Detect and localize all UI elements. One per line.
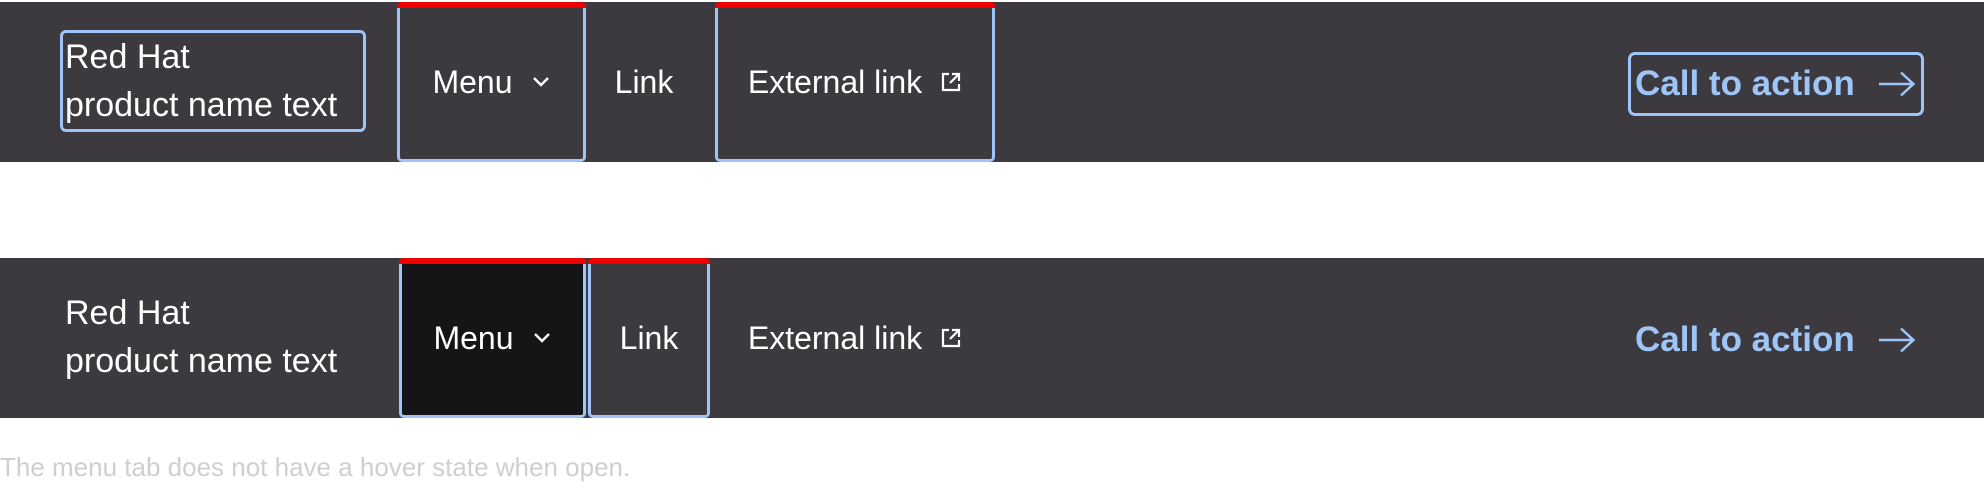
menu-tab-open[interactable]: Menu: [399, 258, 586, 418]
arrow-right-icon: [1878, 71, 1916, 97]
link-tab-label: Link: [614, 63, 674, 100]
cta-label: Call to action: [1635, 320, 1855, 359]
navbar-open-menu-state: Red Hat product name text Menu Link Exte…: [0, 258, 1984, 418]
brand-line-1: Red Hat: [65, 38, 190, 76]
link-tab-label: Link: [619, 319, 679, 356]
menu-tab[interactable]: Menu: [397, 2, 586, 162]
cta-label: Call to action: [1635, 64, 1855, 103]
menu-tab-label: Menu: [433, 319, 514, 356]
navbar-focus-state: Red Hat product name text Menu Link Exte…: [0, 2, 1984, 162]
external-link-label: External link: [747, 63, 923, 100]
chevron-down-icon: [532, 77, 549, 87]
menu-tab-label: Menu: [432, 63, 513, 100]
caption-note: The menu tab does not have a hover state…: [0, 452, 631, 482]
external-link-icon: [942, 328, 961, 348]
external-link-tab[interactable]: External link: [715, 258, 995, 418]
link-tab[interactable]: Link: [590, 2, 698, 162]
external-link-icon: [942, 72, 961, 92]
brand-line-1: Red Hat: [65, 294, 190, 332]
brand-line-2: product name text: [65, 86, 338, 124]
brand-product-name[interactable]: Red Hat product name text: [60, 30, 366, 132]
call-to-action-button[interactable]: Call to action: [1628, 308, 1924, 372]
brand-product-name[interactable]: Red Hat product name text: [60, 286, 366, 388]
link-tab[interactable]: Link: [588, 258, 710, 418]
call-to-action-button[interactable]: Call to action: [1628, 52, 1924, 116]
external-link-tab[interactable]: External link: [715, 2, 995, 162]
external-link-label: External link: [747, 319, 923, 356]
brand-line-2: product name text: [65, 342, 338, 380]
chevron-down-icon: [533, 333, 550, 343]
arrow-right-icon: [1878, 327, 1916, 353]
